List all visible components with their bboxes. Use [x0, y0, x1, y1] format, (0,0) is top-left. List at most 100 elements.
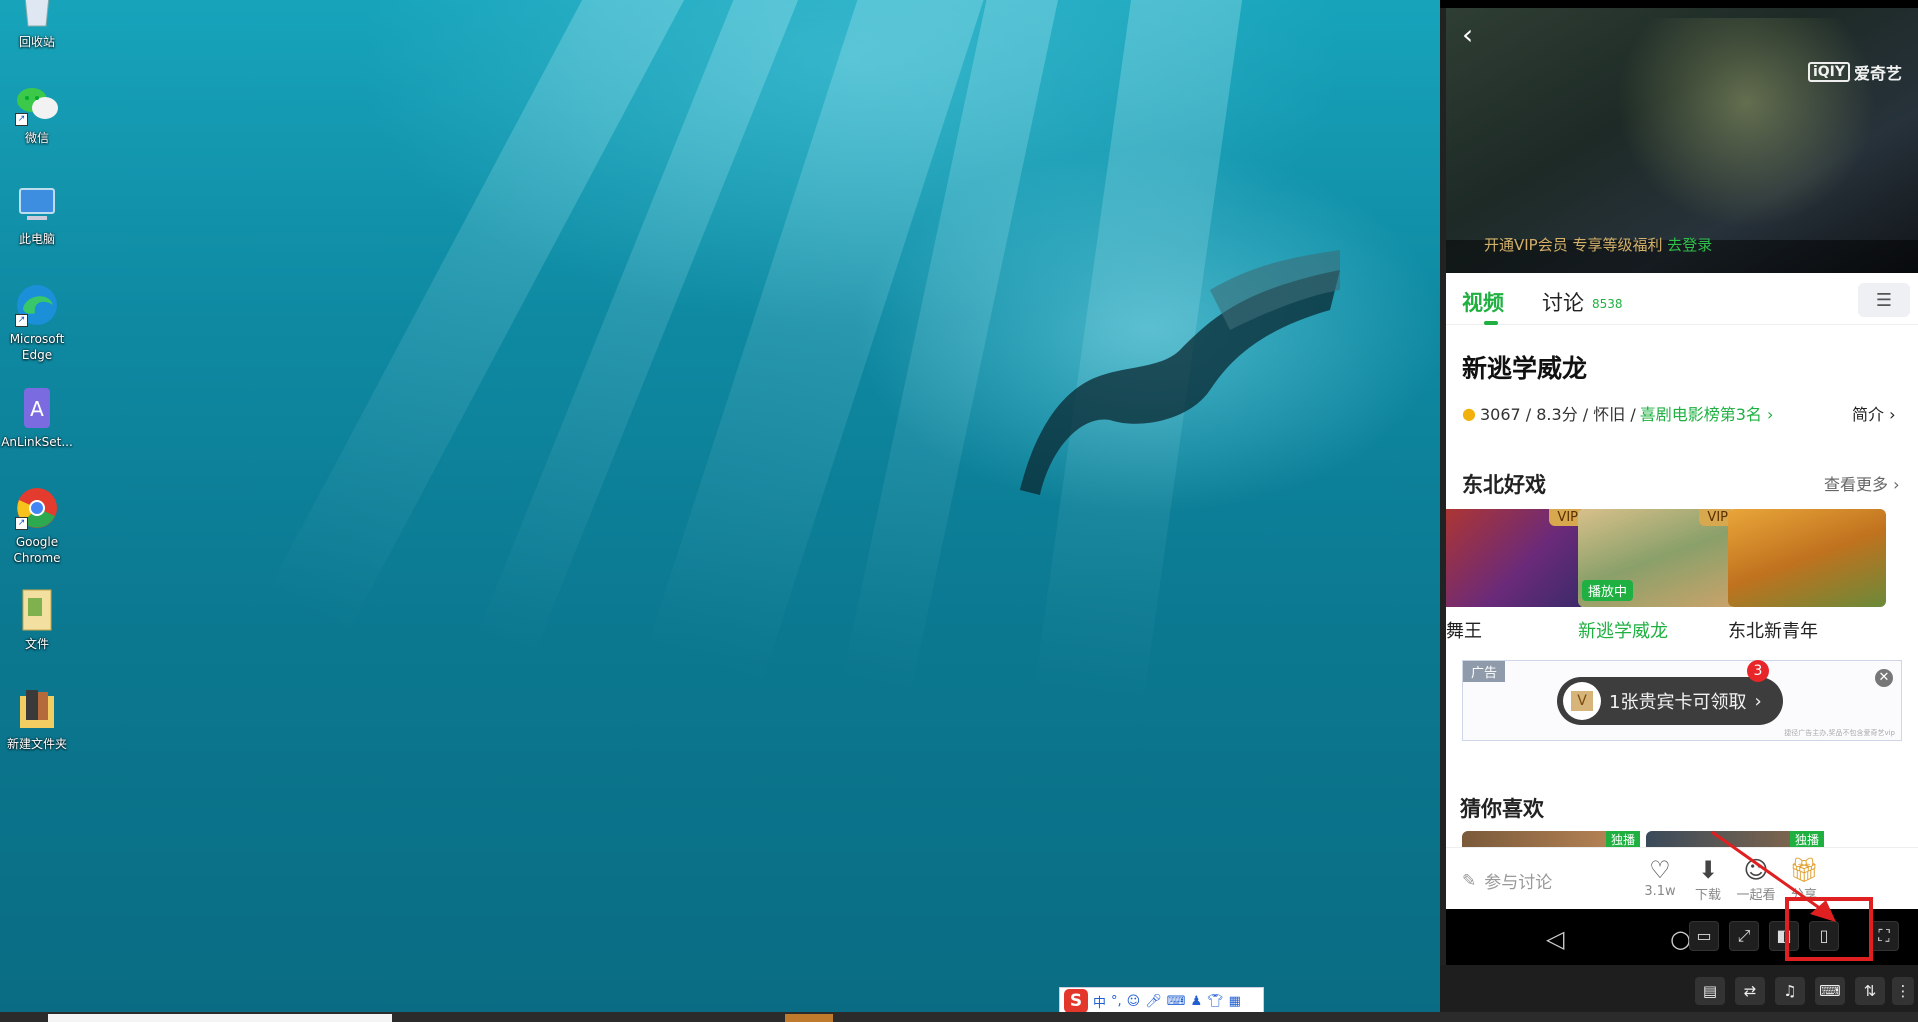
- heart-icon: ♡: [1649, 856, 1671, 884]
- video-player[interactable]: ‹ iQIY 爱奇艺 开通VIP会员 专享等级福利 去登录: [1446, 8, 1918, 273]
- folder-icon: [15, 588, 59, 632]
- shortcut-arrow-icon: ↗: [15, 113, 28, 126]
- desktop-icon-anlink[interactable]: A AnLinkSet...: [0, 386, 74, 450]
- desktop-icon-label: 微信: [24, 131, 49, 145]
- keyboard-icon[interactable]: ⌨: [1167, 994, 1186, 1009]
- ime-punct-toggle[interactable]: °,: [1111, 994, 1122, 1009]
- video-card[interactable]: 东北新青年: [1728, 509, 1886, 643]
- exclusive-badge: 独播: [1605, 831, 1640, 848]
- skin-icon[interactable]: 👕︎: [1207, 994, 1224, 1009]
- shortcut-arrow-icon: ↗: [15, 314, 28, 327]
- ime-mode-toggle[interactable]: 中: [1093, 992, 1106, 1011]
- transfer-icon[interactable]: ⇅: [1855, 977, 1885, 1005]
- thumbs-up-icon: ●: [1462, 403, 1476, 423]
- ime-toolbar[interactable]: S 中 °, ☺ 🎤︎ ⌨ ♟ 👕︎ ▦: [1059, 987, 1264, 1015]
- phone-status-bar: [1440, 0, 1918, 8]
- list-settings-icon: ☰: [1875, 289, 1893, 311]
- join-discussion-input[interactable]: ✎ 参与讨论: [1462, 868, 1552, 894]
- close-icon[interactable]: ✕: [1875, 669, 1893, 687]
- sogou-logo-icon[interactable]: S: [1064, 989, 1088, 1013]
- edit-icon: ✎: [1462, 870, 1477, 891]
- recycle-bin-icon: [15, 0, 59, 30]
- desktop-icon-files[interactable]: 文件: [0, 588, 74, 652]
- folder-icon: [15, 688, 59, 732]
- vip-coin-icon: V: [1563, 682, 1601, 720]
- intro-link[interactable]: 简介 ›: [1852, 401, 1896, 425]
- svg-text:A: A: [30, 397, 44, 421]
- ad-tag: 广告: [1463, 661, 1506, 682]
- active-tab-indicator: [1484, 321, 1498, 325]
- ad-count-badge: 3: [1747, 660, 1769, 682]
- shortcut-arrow-icon: ↗: [15, 517, 28, 530]
- video-card-active[interactable]: VIP 播放中 新逃学威龙: [1578, 509, 1736, 643]
- video-card[interactable]: VIP 洲舞王: [1446, 509, 1586, 643]
- desktop-icon-label: 新建文件夹: [6, 737, 67, 751]
- more-menu-icon[interactable]: ⋮: [1892, 977, 1914, 1005]
- card-title: 洲舞王: [1446, 621, 1482, 642]
- card-thumbnail: VIP 播放中: [1578, 509, 1736, 607]
- vip-promo-text[interactable]: 开通VIP会员 专享等级福利 去登录: [1484, 234, 1712, 255]
- edge-icon: ↗: [15, 283, 59, 327]
- taskbar: [0, 1012, 1918, 1022]
- iqiyi-logo: iQIY 爱奇艺: [1807, 60, 1902, 84]
- desktop-icon-label: 此电脑: [18, 232, 55, 246]
- desktop-wallpaper: 回收站 ↗ 微信 此电脑 ↗ Microsoft Edge A AnLinkSe…: [0, 0, 1440, 1022]
- section-title-northeast: 东北好戏: [1462, 473, 1546, 497]
- desktop-icon-wechat[interactable]: ↗ 微信: [0, 82, 74, 146]
- video-stats: 3067 / 8.3分 / 怀旧 /: [1479, 405, 1636, 424]
- desktop-icon-new-folder[interactable]: 新建文件夹: [0, 688, 74, 752]
- playlist-settings-button[interactable]: ☰: [1858, 283, 1910, 317]
- grid-menu-icon[interactable]: ▦: [1229, 994, 1241, 1009]
- back-arrow-icon[interactable]: ‹: [1462, 21, 1488, 49]
- audio-icon[interactable]: ♫: [1775, 977, 1805, 1005]
- desktop-icon-edge[interactable]: ↗ Microsoft Edge: [0, 283, 74, 363]
- user-icon[interactable]: ♟: [1191, 994, 1203, 1009]
- nav-back-icon[interactable]: ◁: [1546, 925, 1564, 953]
- mirror-toolbar: ▤ ⇄ ♫ ⌨ ⇅ ⋮: [1440, 965, 1918, 1012]
- keyboard-icon[interactable]: ⌨: [1815, 977, 1845, 1005]
- this-pc-icon: [15, 183, 59, 227]
- ad-disclaimer: 捷径广告主办,奖品不包含爱奇艺vip: [1784, 729, 1895, 737]
- login-link[interactable]: 去登录: [1667, 236, 1712, 254]
- ad-banner[interactable]: 广告 V 1张贵宾卡可领取 › 3 ✕ 捷径广告主办,奖品不包含爱奇艺vip: [1462, 660, 1902, 741]
- microphone-icon[interactable]: 🎤︎: [1145, 994, 1162, 1009]
- coin-label: V: [1571, 691, 1593, 711]
- detail-tabs: 视频 讨论 8538 ☰: [1446, 273, 1918, 325]
- desktop-icon-this-pc[interactable]: 此电脑: [0, 183, 74, 247]
- vip-promo-label: 开通VIP会员 专享等级福利: [1484, 236, 1663, 254]
- iqiyi-mark: iQIY: [1807, 62, 1850, 82]
- desktop-icon-recycle-bin[interactable]: 回收站: [0, 0, 74, 50]
- device-switch-icon[interactable]: ⇄: [1735, 977, 1765, 1005]
- desktop-icon-label: Microsoft Edge: [9, 332, 65, 362]
- card-title: 东北新青年: [1728, 621, 1818, 642]
- card-title: 新逃学威龙: [1578, 621, 1668, 642]
- rank-link[interactable]: 喜剧电影榜第3名 ›: [1640, 401, 1774, 425]
- desktop-icon-label: Google Chrome: [13, 535, 61, 565]
- like-button[interactable]: ♡ 3.1w: [1638, 856, 1682, 899]
- section-title-guess: 猜你喜欢: [1460, 797, 1544, 821]
- tab-discussion[interactable]: 讨论: [1542, 287, 1584, 317]
- card-thumbnail: VIP: [1446, 509, 1586, 607]
- tab-video[interactable]: 视频: [1462, 287, 1504, 317]
- now-playing-badge: 播放中: [1582, 580, 1634, 601]
- like-count: 3.1w: [1644, 884, 1676, 899]
- ad-text: 1张贵宾卡可领取: [1609, 692, 1747, 713]
- desktop-icon-chrome[interactable]: ↗ Google Chrome: [0, 486, 74, 566]
- taskbar-app-button[interactable]: [785, 1014, 833, 1022]
- emoji-icon[interactable]: ☺: [1127, 994, 1141, 1009]
- video-meta: ● 3067 / 8.3分 / 怀旧 / 喜剧电影榜第3名 ›: [1462, 401, 1773, 425]
- sidebar-toggle-icon[interactable]: ▤: [1695, 977, 1725, 1005]
- fullscreen-icon[interactable]: ⛶: [1869, 921, 1899, 951]
- nav-home-icon[interactable]: ○: [1670, 925, 1691, 953]
- desktop-icon-label: AnLinkSet...: [1, 435, 73, 449]
- diver-silhouette: [1020, 250, 1340, 495]
- see-more-link[interactable]: 查看更多 ›: [1824, 471, 1900, 495]
- video-frame: [1616, 18, 1876, 228]
- chrome-icon: ↗: [15, 486, 59, 530]
- desktop-icon-label: 文件: [24, 637, 49, 651]
- vip-card-claim-button[interactable]: V 1张贵宾卡可领取 ›: [1557, 677, 1783, 725]
- video-title: 新逃学威龙: [1462, 354, 1588, 383]
- anlink-icon: A: [15, 386, 59, 430]
- taskbar-search-box[interactable]: [48, 1014, 392, 1022]
- video-detail-panel: 视频 讨论 8538 ☰ 新逃学威龙 ● 3067 / 8.3分 / 怀旧 / …: [1446, 273, 1918, 909]
